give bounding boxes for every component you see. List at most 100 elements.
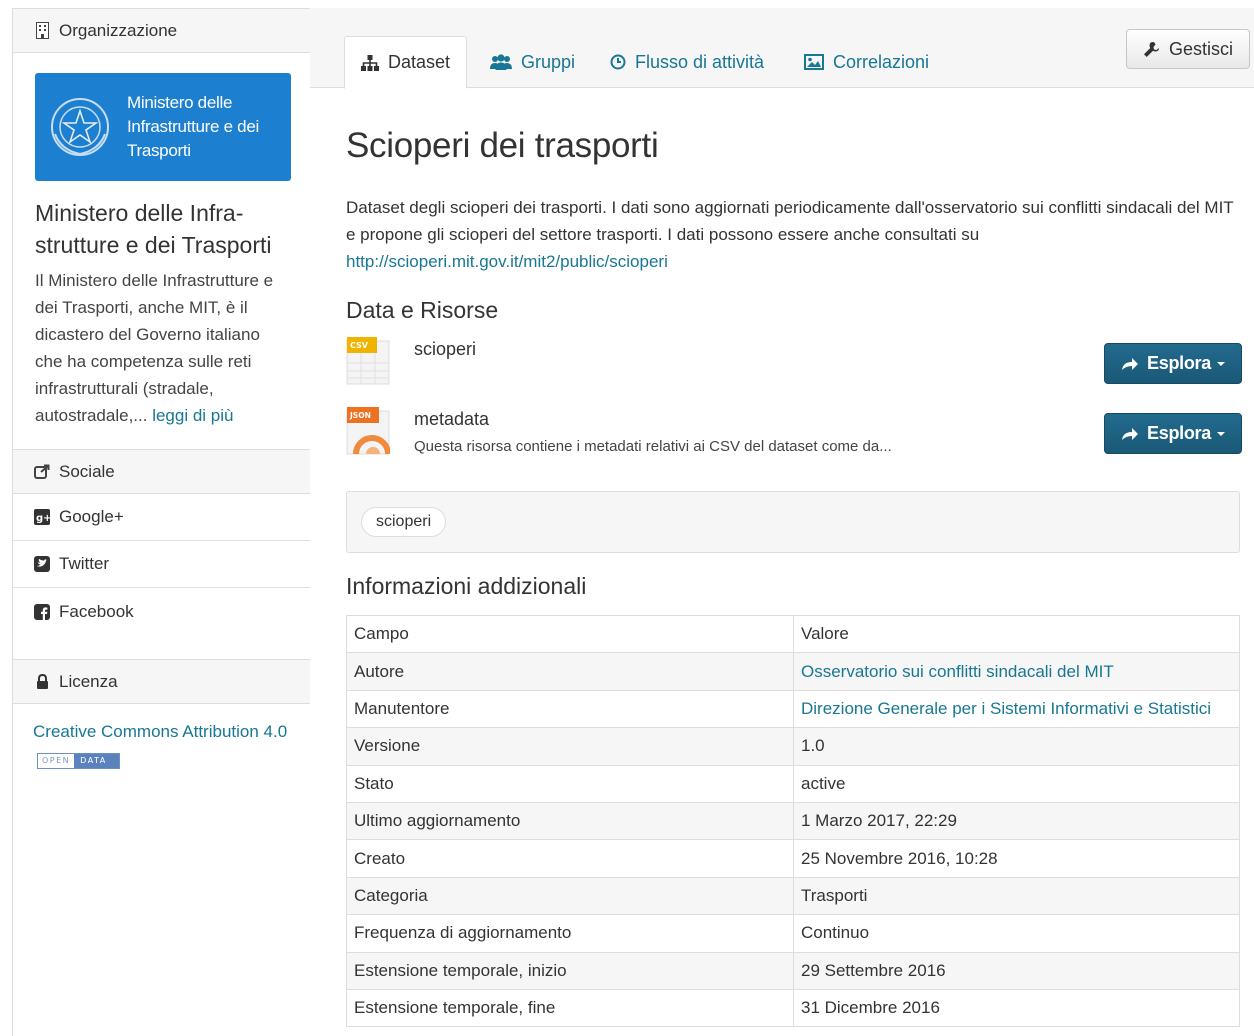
resources-heading: Data e Risorse bbox=[346, 297, 499, 323]
organization-logo-text: Ministero delle Infrastrutture e dei Tra… bbox=[127, 93, 259, 160]
value-cell: 25 Novembre 2016, 10:28 bbox=[793, 839, 1240, 878]
dataset-content: Scioperi dei trasporti Dataset degli sci… bbox=[346, 88, 1242, 1028]
explore-button[interactable]: Esplora bbox=[1104, 413, 1242, 454]
field-cell: Categoria bbox=[346, 876, 794, 916]
organization-title: Ministero delle Infra- strutture e dei T… bbox=[35, 200, 272, 258]
table-row: Frequenza di aggiornamento Continuo bbox=[346, 914, 1240, 953]
sidebar: Organizzazione Ministero delle Infrastru… bbox=[12, 8, 310, 1036]
wrench-icon bbox=[1143, 41, 1160, 58]
field-cell: Estensione temporale, inizio bbox=[346, 951, 794, 990]
building-icon bbox=[33, 22, 51, 39]
organization-logo[interactable]: Ministero delle Infrastrutture e dei Tra… bbox=[35, 73, 291, 181]
field-cell: Autore bbox=[346, 652, 794, 691]
csv-file-icon[interactable]: CSV bbox=[346, 337, 390, 385]
value-link[interactable]: Direzione Generale per i Sistemi Informa… bbox=[801, 699, 1211, 718]
explore-button[interactable]: Esplora bbox=[1104, 343, 1242, 384]
clock-icon bbox=[610, 54, 626, 70]
tab-related[interactable]: Correlazioni bbox=[804, 36, 929, 88]
share-icon bbox=[33, 464, 51, 479]
social-item-label[interactable]: Twitter bbox=[59, 554, 109, 574]
twitter-icon bbox=[33, 556, 51, 572]
resource-description: Questa risorsa contiene i metadati relat… bbox=[414, 438, 892, 455]
social-item-google-plus[interactable]: g+ Google+ bbox=[13, 494, 310, 541]
tab-label: Correlazioni bbox=[833, 51, 930, 72]
json-file-icon[interactable]: JSON bbox=[346, 407, 390, 455]
social-list: g+ Google+ Twitter Facebook bbox=[13, 494, 310, 635]
table-row: Creato 25 Novembre 2016, 10:28 bbox=[346, 839, 1240, 878]
license-body: Creative Commons Attribution 4.0 OPEN DA… bbox=[13, 704, 310, 788]
value-cell: 1.0 bbox=[793, 727, 1240, 766]
organization-heading: Organizzazione bbox=[13, 9, 310, 53]
table-row: Categoria Trasporti bbox=[346, 876, 1240, 916]
value-cell: Osservatorio sui conflitti sindacali del… bbox=[793, 652, 1240, 691]
field-cell: Estensione temporale, fine bbox=[346, 988, 794, 1028]
table-header-row: Campo Valore bbox=[346, 614, 1240, 654]
table-row: Autore Osservatorio sui conflitti sindaca… bbox=[346, 652, 1240, 691]
svg-text:CSV: CSV bbox=[350, 341, 369, 350]
social-item-label[interactable]: Facebook bbox=[59, 602, 134, 622]
field-cell: Versione bbox=[346, 727, 794, 766]
main-content: Dataset Gruppi Flusso di attività Correl… bbox=[310, 8, 1254, 1036]
field-cell: Frequenza di aggiornamento bbox=[346, 914, 794, 953]
organization-heading-label: Organizzazione bbox=[59, 20, 178, 40]
value-cell: 1 Marzo 2017, 22:29 bbox=[793, 801, 1240, 841]
dataset-title: Scioperi dei trasporti bbox=[346, 126, 659, 165]
value-cell: Continuo bbox=[793, 914, 1240, 953]
additional-info-table: Campo Valore Autore Osservatorio sui confli… bbox=[346, 614, 1240, 1028]
social-item-facebook[interactable]: Facebook bbox=[13, 588, 310, 635]
field-cell: Manutentore bbox=[346, 689, 794, 729]
field-cell: Ultimo aggiornamento bbox=[346, 801, 794, 841]
manage-button-label: Gestisci bbox=[1168, 38, 1233, 59]
social-item-label[interactable]: Google+ bbox=[59, 507, 124, 527]
tag-list: scioperi bbox=[346, 491, 1240, 553]
share-arrow-icon bbox=[1121, 357, 1139, 371]
social-heading-label: Sociale bbox=[59, 461, 115, 481]
tab-dataset[interactable]: Dataset bbox=[344, 36, 468, 89]
tab-label: Flusso di attività bbox=[635, 51, 765, 72]
value-cell: active bbox=[793, 764, 1240, 803]
dataset-source-link[interactable]: http://scioperi.mit.gov.it/mit2/public/s… bbox=[346, 252, 668, 271]
caret-down-icon bbox=[1216, 361, 1225, 366]
license-heading: Licenza bbox=[13, 660, 310, 704]
table-row: Estensione temporale, inizio 29 Settembre… bbox=[346, 951, 1240, 990]
value-cell: Direzione Generale per i Sistemi Informa… bbox=[793, 689, 1240, 729]
svg-text:JSON: JSON bbox=[349, 411, 371, 420]
table-row: Estensione temporale, fine 31 Dicembre 20… bbox=[346, 988, 1240, 1028]
organization-info: Ministero delle Infrastrutture e dei Tra… bbox=[13, 53, 310, 449]
tab-groups[interactable]: Gruppi bbox=[490, 36, 575, 88]
sitemap-icon bbox=[361, 54, 379, 71]
resource-title[interactable]: metadata bbox=[414, 409, 489, 430]
table-row: Versione 1.0 bbox=[346, 727, 1240, 766]
read-more-link[interactable]: leggi di più bbox=[152, 406, 233, 425]
open-data-badge[interactable]: OPEN DATA bbox=[37, 752, 120, 769]
license-heading-label: Licenza bbox=[59, 671, 118, 691]
table-row: Stato active bbox=[346, 764, 1240, 803]
resource-title[interactable]: scioperi bbox=[414, 339, 476, 360]
value-cell: 29 Settembre 2016 bbox=[793, 951, 1240, 990]
value-cell: 31 Dicembre 2016 bbox=[793, 988, 1240, 1028]
table-row: Ultimo aggiornamento 1 Marzo 2017, 22:29 bbox=[346, 801, 1240, 841]
tab-label: Dataset bbox=[388, 52, 451, 72]
tab-bar: Dataset Gruppi Flusso di attività Correl… bbox=[310, 8, 1254, 89]
value-cell: Trasporti bbox=[793, 876, 1240, 916]
facebook-icon bbox=[33, 603, 51, 620]
share-arrow-icon bbox=[1121, 427, 1139, 441]
organization-description: Il Ministero delle Infrastrutture e dei … bbox=[35, 271, 274, 425]
users-icon bbox=[490, 54, 512, 70]
social-item-twitter[interactable]: Twitter bbox=[13, 541, 310, 588]
google-plus-icon: g+ bbox=[33, 509, 51, 525]
social-heading: Sociale bbox=[13, 450, 310, 494]
field-cell: Stato bbox=[346, 764, 794, 803]
resource-list: CSV scioperi Esplora JSON metadata Quest… bbox=[346, 337, 1242, 477]
resource-item-scioperi: CSV scioperi Esplora bbox=[346, 337, 1242, 407]
table-row: Manutentore Direzione Generale per i Sist… bbox=[346, 689, 1240, 729]
dataset-description: Dataset degli scioperi dei trasporti. I … bbox=[346, 198, 1234, 271]
field-cell: Creato bbox=[346, 839, 794, 878]
tab-activity-stream[interactable]: Flusso di attività bbox=[610, 36, 764, 88]
tag-item[interactable]: scioperi bbox=[361, 507, 447, 537]
license-link[interactable]: Creative Commons Attribution 4.0 bbox=[33, 722, 287, 741]
tab-label: Gruppi bbox=[521, 51, 576, 72]
resource-item-metadata: JSON metadata Questa risorsa contiene i … bbox=[346, 407, 1242, 477]
value-link[interactable]: Osservatorio sui conflitti sindacali del… bbox=[801, 662, 1114, 681]
manage-button[interactable]: Gestisci bbox=[1126, 29, 1250, 69]
